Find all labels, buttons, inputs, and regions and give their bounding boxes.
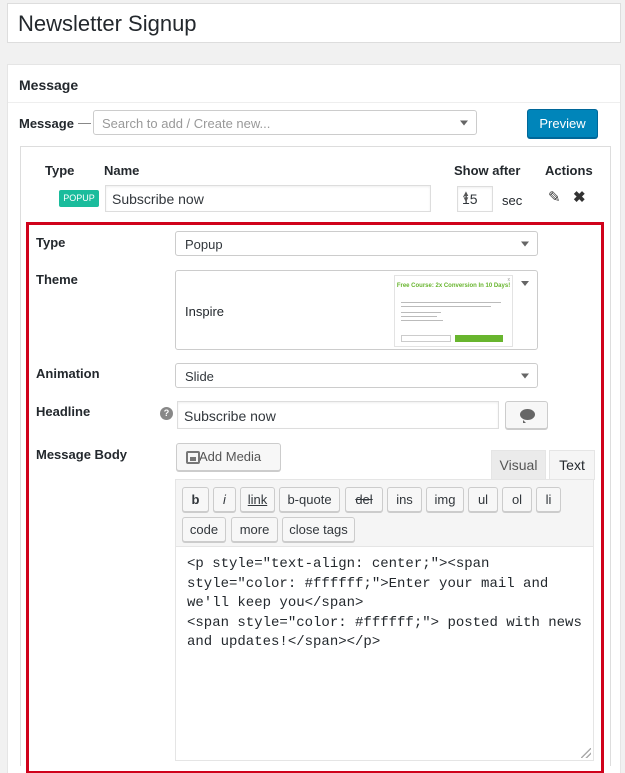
quicktag-bold-button[interactable]: b (182, 487, 209, 512)
quicktag-bquote-button[interactable]: b-quote (279, 487, 340, 512)
quicktags-toolbar: b i link b-quote del ins img ul ol li co… (175, 479, 594, 547)
preview-email-input (401, 335, 451, 342)
theme-label: Theme (36, 272, 78, 287)
message-dash: — (78, 115, 91, 130)
quicktag-link-button[interactable]: link (240, 487, 275, 512)
message-search-placeholder: Search to add / Create new... (102, 116, 271, 131)
tab-visual[interactable]: Visual (491, 450, 546, 480)
preview-text-line (401, 316, 437, 317)
speech-bubble-icon (520, 409, 535, 423)
stepper-arrows-icon[interactable]: ▲ ▼ (462, 190, 490, 204)
title-field[interactable]: Newsletter Signup (7, 3, 621, 43)
quicktag-del-button[interactable]: del (345, 487, 383, 512)
message-name-value: Subscribe now (112, 191, 204, 207)
panel-heading: Message (19, 77, 79, 93)
headline-style-button[interactable] (505, 401, 548, 429)
theme-select-value: Inspire (185, 304, 225, 319)
headline-label: Headline (36, 404, 91, 419)
preview-signup-button (455, 335, 503, 342)
tab-text[interactable]: Text (549, 450, 595, 480)
chevron-down-icon (521, 373, 529, 378)
theme-preview-thumbnail: x Free Course: 2x Conversion In 10 Days! (394, 275, 513, 347)
quicktag-ul-button[interactable]: ul (468, 487, 498, 512)
message-panel: Message Message — Search to add / Create… (7, 64, 621, 773)
headline-value: Subscribe now (184, 408, 276, 424)
page-title: Newsletter Signup (18, 11, 197, 36)
message-body-textarea[interactable]: <p style="text-align: center;"><span sty… (175, 546, 594, 761)
preview-text-line (401, 302, 501, 303)
col-header-show-after: Show after (454, 163, 521, 178)
animation-select[interactable]: Slide (175, 363, 538, 388)
chevron-down-icon (521, 281, 529, 286)
delete-x-icon[interactable]: ✖ (573, 188, 586, 206)
col-header-actions: Actions (545, 163, 593, 178)
message-body-content: <p style="text-align: center;"><span sty… (187, 556, 582, 651)
edit-pencil-icon[interactable]: ✎ (548, 188, 561, 206)
theme-preview-title: Free Course: 2x Conversion In 10 Days! (396, 283, 511, 289)
preview-text-line (401, 312, 441, 313)
media-icon (186, 451, 200, 464)
preview-text-line (401, 306, 491, 307)
col-header-name: Name (104, 163, 140, 178)
quicktag-ol-button[interactable]: ol (502, 487, 532, 512)
panel-header: Message (8, 65, 620, 103)
message-search-select[interactable]: Search to add / Create new... (93, 110, 477, 135)
show-after-unit: sec (502, 193, 523, 208)
add-media-button[interactable]: Add Media (176, 443, 281, 471)
quicktag-img-button[interactable]: img (426, 487, 464, 512)
animation-select-value: Slide (185, 369, 214, 384)
animation-label: Animation (36, 366, 100, 381)
chevron-down-icon (460, 120, 468, 125)
type-select[interactable]: Popup (175, 231, 538, 256)
type-label: Type (36, 235, 66, 250)
message-name-input[interactable]: Subscribe now (105, 185, 431, 212)
preview-text-line (401, 320, 443, 321)
resize-grip-icon[interactable] (581, 748, 591, 758)
add-media-label: Add Media (199, 449, 262, 464)
quicktag-italic-button[interactable]: i (213, 487, 236, 512)
quicktag-li-button[interactable]: li (536, 487, 561, 512)
preview-button[interactable]: Preview (527, 109, 598, 138)
type-select-value: Popup (185, 237, 223, 252)
quicktag-close-tags-button[interactable]: close tags (282, 517, 355, 542)
help-icon[interactable]: ? (160, 407, 173, 420)
message-body-label: Message Body (36, 447, 128, 462)
quicktag-code-button[interactable]: code (182, 517, 226, 542)
show-after-stepper[interactable]: 15 ▲ ▼ (457, 186, 493, 212)
quicktag-more-button[interactable]: more (231, 517, 278, 542)
col-header-type: Type (45, 163, 75, 178)
theme-select[interactable]: Inspire x Free Course: 2x Conversion In … (175, 270, 538, 350)
message-label: Message (19, 116, 74, 131)
quicktag-ins-button[interactable]: ins (387, 487, 422, 512)
chevron-down-icon (521, 241, 529, 246)
type-badge: POPUP (59, 190, 99, 207)
headline-input[interactable]: Subscribe now (177, 401, 499, 429)
